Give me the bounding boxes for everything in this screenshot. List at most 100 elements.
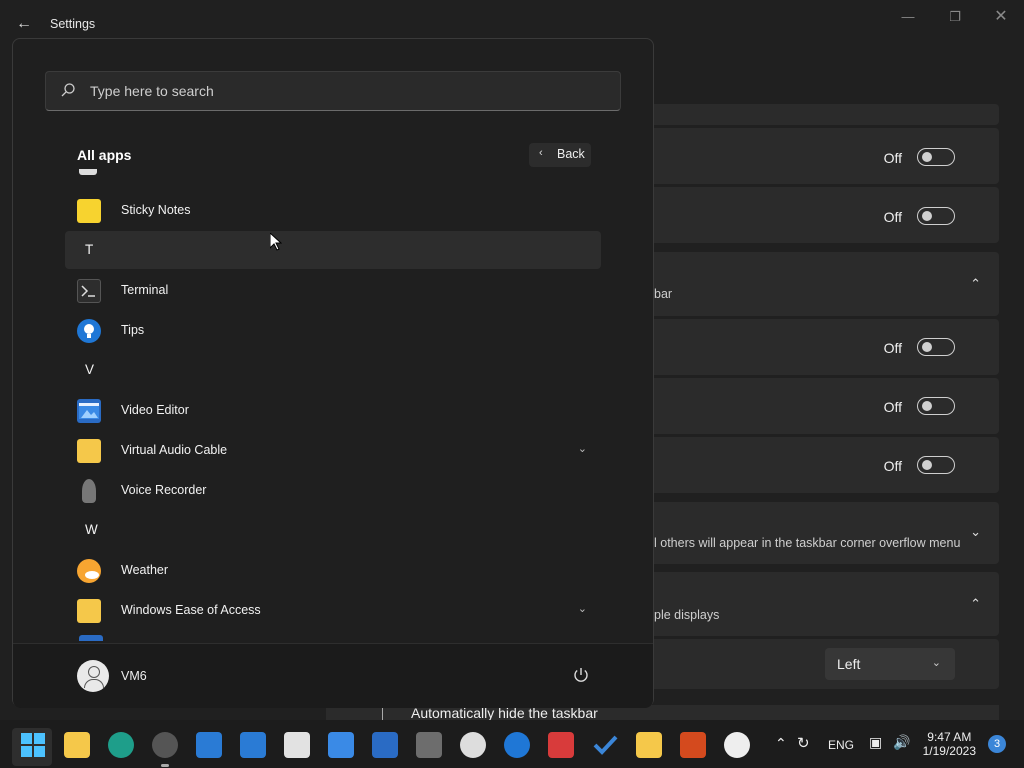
- calendar-icon[interactable]: [240, 732, 266, 758]
- active-indicator: [161, 764, 169, 767]
- clock[interactable]: 9:47 AM 1/19/2023: [923, 730, 976, 758]
- power-icon[interactable]: [571, 666, 591, 686]
- taskbar: ⌃ ↻ ENG ▣ 🔊 9:47 AM 1/19/2023 3: [0, 720, 1024, 768]
- photos-icon[interactable]: [328, 732, 354, 758]
- back-arrow-icon[interactable]: ←: [14, 14, 34, 34]
- close-button[interactable]: ✕: [986, 8, 1016, 26]
- list-item[interactable]: Weather: [65, 551, 601, 589]
- toggle-switch[interactable]: [917, 338, 955, 356]
- toggle-state-label: Off: [883, 209, 902, 225]
- toggle-state-label: Off: [883, 458, 902, 474]
- alignment-dropdown[interactable]: Left ⌄: [825, 648, 955, 680]
- tips-icon[interactable]: [504, 732, 530, 758]
- chevron-down-icon[interactable]: ⌄: [578, 602, 587, 615]
- app-name: Weather: [121, 563, 169, 577]
- avatar[interactable]: [77, 660, 109, 692]
- folder-icon: [77, 439, 101, 463]
- sticky-notes-icon: [77, 199, 101, 223]
- app-name: Sticky Notes: [121, 203, 191, 217]
- maximize-button[interactable]: ❐: [940, 8, 970, 26]
- minimize-button[interactable]: —: [893, 8, 923, 26]
- store-icon[interactable]: [284, 732, 310, 758]
- video-editor-icon[interactable]: [372, 732, 398, 758]
- mail-icon[interactable]: [196, 732, 222, 758]
- clock-icon[interactable]: [460, 732, 486, 758]
- notification-badge[interactable]: 3: [988, 735, 1006, 753]
- settings-card: [654, 104, 999, 125]
- chevron-up-icon[interactable]: ⌃: [970, 276, 981, 292]
- chevron-left-icon: ‹: [539, 147, 543, 159]
- user-bar: VM6: [13, 643, 653, 708]
- search-icon: [60, 82, 78, 100]
- toggle-state-label: Off: [883, 340, 902, 356]
- language-indicator[interactable]: ENG: [828, 738, 854, 752]
- chevron-up-icon[interactable]: ⌃: [775, 735, 787, 752]
- list-item[interactable]: Virtual Audio Cable ⌄: [65, 431, 601, 469]
- letter-header[interactable]: V: [65, 351, 601, 389]
- toggle-switch[interactable]: [917, 207, 955, 225]
- letter-header[interactable]: T: [65, 231, 601, 269]
- mouse-cursor-icon: [270, 233, 282, 251]
- chevron-down-icon: ⌄: [931, 657, 941, 669]
- settings-gear-icon[interactable]: [152, 732, 178, 758]
- toggle-state-label: Off: [883, 150, 902, 166]
- chevron-down-icon[interactable]: ⌄: [970, 524, 981, 540]
- list-item[interactable]: Tips: [65, 311, 601, 349]
- section-description: bar: [654, 287, 673, 301]
- window-title: Settings: [50, 17, 96, 31]
- user-name[interactable]: VM6: [121, 669, 147, 683]
- clock-time: 9:47 AM: [927, 730, 972, 744]
- tips-icon: [77, 319, 101, 343]
- settings-row: Off: [654, 128, 999, 184]
- section-description: ple displays: [654, 608, 720, 622]
- network-icon[interactable]: ▣: [869, 734, 882, 751]
- cut-off-app-icon: [79, 635, 103, 641]
- news-icon[interactable]: [548, 732, 574, 758]
- sync-icon[interactable]: ↻: [797, 734, 810, 752]
- search-input[interactable]: Type here to search: [45, 71, 621, 111]
- start-button[interactable]: [20, 732, 46, 758]
- chevron-up-icon[interactable]: ⌃: [970, 596, 981, 612]
- clock-date: 1/19/2023: [922, 744, 976, 758]
- settings-row: Off: [654, 319, 999, 375]
- office-icon[interactable]: [680, 732, 706, 758]
- section-description: l others will appear in the taskbar corn…: [654, 536, 961, 550]
- terminal-icon: [77, 279, 101, 303]
- todo-check-icon[interactable]: [592, 732, 618, 758]
- start-menu: Type here to search All apps ‹ Back Stic…: [12, 38, 654, 708]
- app-name: Windows Ease of Access: [121, 603, 261, 617]
- settings-section-header[interactable]: bar ⌃: [654, 252, 999, 316]
- letter-label: W: [85, 522, 98, 537]
- list-item[interactable]: Windows Ease of Access ⌄: [65, 591, 601, 629]
- xbox-icon[interactable]: [724, 732, 750, 758]
- toggle-state-label: Off: [883, 399, 902, 415]
- app-list: Sticky Notes T Terminal Tips V Video Edi…: [65, 169, 615, 641]
- list-item[interactable]: Terminal: [65, 271, 601, 309]
- back-label: Back: [557, 147, 585, 161]
- toggle-switch[interactable]: [917, 397, 955, 415]
- chevron-down-icon[interactable]: ⌄: [578, 442, 587, 455]
- calculator-icon[interactable]: [416, 732, 442, 758]
- list-item[interactable]: Sticky Notes: [65, 191, 601, 229]
- settings-row: Off: [654, 187, 999, 243]
- edge-browser-icon[interactable]: [108, 732, 134, 758]
- autohide-checkbox[interactable]: [382, 707, 403, 721]
- app-name: Tips: [121, 323, 145, 337]
- app-name: Voice Recorder: [121, 483, 207, 497]
- toggle-switch[interactable]: [917, 456, 955, 474]
- list-item[interactable]: Video Editor: [65, 391, 601, 429]
- folder-icon: [77, 599, 101, 623]
- weather-icon: [77, 559, 101, 583]
- voice-recorder-icon: [82, 479, 96, 503]
- folder-icon[interactable]: [636, 732, 662, 758]
- letter-header[interactable]: W: [65, 511, 601, 549]
- toggle-switch[interactable]: [917, 148, 955, 166]
- settings-section-header[interactable]: l others will appear in the taskbar corn…: [654, 502, 999, 564]
- app-name: Virtual Audio Cable: [121, 443, 228, 457]
- file-explorer-icon[interactable]: [64, 732, 90, 758]
- back-button[interactable]: ‹ Back: [529, 143, 591, 167]
- settings-section-header[interactable]: ple displays ⌃: [654, 572, 999, 636]
- volume-icon[interactable]: 🔊: [893, 734, 910, 751]
- list-item[interactable]: Voice Recorder: [65, 471, 601, 509]
- search-placeholder: Type here to search: [90, 83, 214, 99]
